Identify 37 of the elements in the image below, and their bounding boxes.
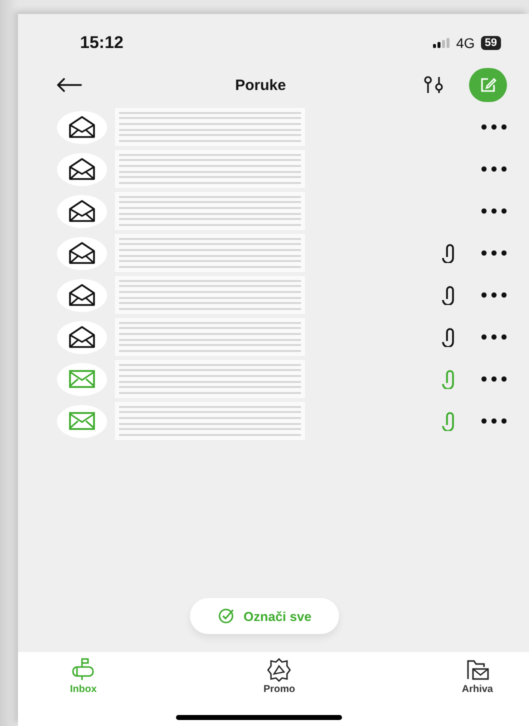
open-envelope-icon: [69, 326, 95, 348]
network-type: 4G: [456, 35, 475, 51]
open-envelope-icon: [69, 242, 95, 264]
promo-icon: [267, 658, 292, 682]
status-time: 15:12: [80, 33, 124, 53]
battery-level: 59: [480, 36, 501, 50]
nav-tab[interactable]: Arhiva: [458, 658, 497, 700]
more-icon[interactable]: [481, 334, 507, 340]
mailbox-icon: [71, 658, 96, 682]
envelope-badge[interactable]: [57, 236, 107, 270]
more-icon[interactable]: [481, 292, 507, 298]
archive-icon: [465, 658, 490, 682]
screen-title: Poruke: [235, 76, 286, 94]
pencil-icon: [478, 76, 497, 94]
open-envelope-icon: [69, 158, 95, 180]
more-icon[interactable]: [481, 418, 507, 424]
check-circle-icon: [218, 608, 234, 624]
closed-envelope-icon: [69, 412, 95, 430]
more-icon[interactable]: [481, 250, 507, 256]
more-icon[interactable]: [481, 166, 507, 172]
closed-envelope-icon: [69, 370, 95, 388]
open-envelope-icon: [69, 284, 95, 306]
signal-icon: [432, 38, 450, 48]
filter-icon[interactable]: [422, 76, 445, 94]
envelope-badge[interactable]: [57, 278, 107, 312]
envelope-badge[interactable]: [57, 110, 107, 144]
more-icon[interactable]: [481, 376, 507, 382]
more-icon[interactable]: [481, 208, 507, 214]
open-envelope-icon: [69, 200, 95, 222]
envelope-badge[interactable]: [57, 320, 107, 354]
nav-tab[interactable]: Promo: [259, 658, 300, 700]
compose-button[interactable]: [468, 68, 507, 102]
envelope-badge[interactable]: [57, 194, 107, 228]
envelope-badge[interactable]: [57, 152, 107, 186]
more-icon[interactable]: [481, 124, 507, 130]
back-arrow-icon[interactable]: [56, 78, 82, 92]
open-envelope-icon: [69, 116, 95, 138]
